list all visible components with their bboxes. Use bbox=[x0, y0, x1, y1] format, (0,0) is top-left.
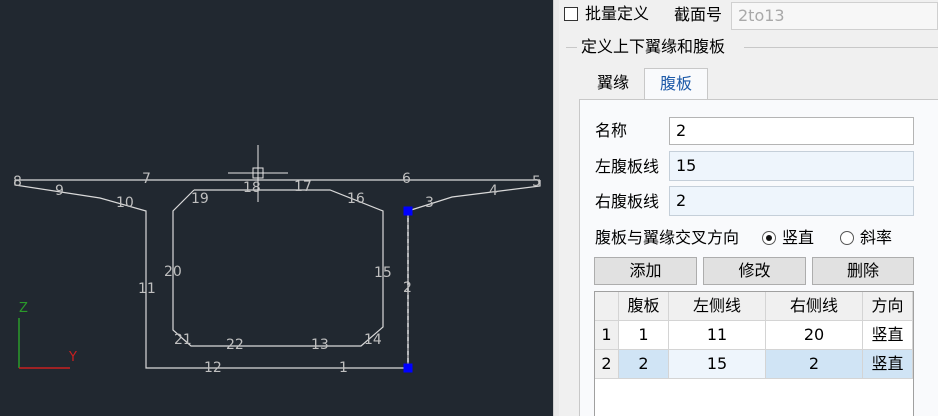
web-table[interactable]: 腹板 左侧线 右侧线 方向 1 1 11 20 竖直 2 2 15 2 竖直 bbox=[594, 291, 914, 416]
table-cell[interactable]: 11 bbox=[669, 321, 766, 350]
left-web-input[interactable]: 15 bbox=[669, 151, 914, 181]
name-label: 名称 bbox=[595, 121, 628, 140]
outer-box-line bbox=[14, 180, 541, 369]
axis-y-label: Y bbox=[68, 350, 77, 365]
segment-labels: 891071918 171663451120 15221 22 13 1412 1 bbox=[13, 171, 541, 376]
table-cell[interactable]: 15 bbox=[669, 350, 766, 379]
segment-label: 17 bbox=[294, 179, 312, 195]
delete-button[interactable]: 删除 bbox=[812, 257, 914, 285]
group-border bbox=[744, 47, 938, 48]
segment-label: 21 bbox=[174, 332, 192, 348]
segment-label: 13 bbox=[311, 337, 329, 353]
segment-label: 19 bbox=[191, 191, 209, 207]
segment-label: 4 bbox=[489, 183, 498, 199]
section-drawing[interactable]: 891071918 171663451120 15221 22 13 1412 1 Z Y bbox=[0, 0, 553, 416]
table-cell[interactable]: 20 bbox=[766, 321, 863, 350]
direction-slope-label[interactable]: 斜率 bbox=[860, 228, 892, 248]
direction-label: 腹板与翼缘交叉方向 bbox=[595, 228, 740, 247]
section-outline bbox=[14, 179, 541, 369]
direction-slope-radio[interactable] bbox=[840, 231, 854, 245]
row-header[interactable]: 1 bbox=[595, 321, 619, 350]
add-button[interactable]: 添加 bbox=[594, 257, 697, 285]
group-border bbox=[566, 47, 577, 48]
direction-vertical-label[interactable]: 竖直 bbox=[782, 228, 814, 248]
axis-z-label: Z bbox=[19, 301, 28, 316]
batch-define-checkbox[interactable] bbox=[564, 7, 578, 21]
table-corner bbox=[595, 292, 619, 321]
segment-label: 2 bbox=[403, 280, 412, 296]
section-no-label: 截面号 bbox=[674, 5, 723, 24]
tab-flange[interactable]: 翼缘 bbox=[583, 68, 643, 100]
right-web-label: 右腹板线 bbox=[595, 192, 660, 211]
tab-web[interactable]: 腹板 bbox=[644, 68, 708, 100]
segment-label: 11 bbox=[138, 281, 156, 297]
modify-button[interactable]: 修改 bbox=[703, 257, 806, 285]
segment-label: 12 bbox=[204, 360, 222, 376]
table-cell[interactable]: 竖直 bbox=[863, 321, 913, 350]
table-cell[interactable]: 2 bbox=[766, 350, 863, 379]
table-cell[interactable]: 竖直 bbox=[863, 350, 913, 379]
table-cell[interactable]: 2 bbox=[619, 350, 669, 379]
column-header[interactable]: 方向 bbox=[863, 292, 913, 321]
segment-label: 14 bbox=[364, 332, 382, 348]
segment-label: 6 bbox=[402, 171, 411, 187]
segment-label: 20 bbox=[164, 264, 182, 280]
group-title: 定义上下翼缘和腹板 bbox=[581, 37, 726, 56]
name-input[interactable]: 2 bbox=[669, 117, 914, 145]
column-header[interactable]: 右侧线 bbox=[766, 292, 863, 321]
direction-vertical-radio[interactable] bbox=[762, 231, 776, 245]
drawing-canvas[interactable]: 8 9 10 7 19 18 17 16 6 3 4 5 11 20 15 2 21 22 13 14 12 1 Z Y bbox=[0, 0, 553, 416]
segment-label: 22 bbox=[226, 337, 244, 353]
segment-label: 7 bbox=[142, 171, 151, 187]
column-header[interactable]: 腹板 bbox=[619, 292, 669, 321]
inner-cell-line bbox=[172, 189, 384, 347]
segment-label: 5 bbox=[532, 174, 541, 190]
section-no-input[interactable]: 2to13 bbox=[731, 2, 938, 30]
segment-label: 1 bbox=[339, 360, 348, 376]
segment-label: 15 bbox=[374, 265, 392, 281]
right-web-input[interactable]: 2 bbox=[669, 186, 914, 216]
segment-label: 16 bbox=[347, 191, 365, 207]
segment-label: 18 bbox=[243, 180, 261, 196]
column-header[interactable]: 左侧线 bbox=[669, 292, 766, 321]
segment-label: 10 bbox=[116, 195, 134, 211]
selection-grip[interactable] bbox=[403, 363, 413, 373]
ucs-axis-icon: Z Y bbox=[18, 301, 77, 369]
batch-define-label: 批量定义 bbox=[585, 4, 650, 23]
row-header[interactable]: 2 bbox=[595, 350, 619, 379]
table-cell[interactable]: 1 bbox=[619, 321, 669, 350]
segment-label: 3 bbox=[425, 195, 434, 211]
segment-label: 9 bbox=[55, 183, 64, 199]
left-web-label: 左腹板线 bbox=[595, 157, 660, 176]
segment-label: 8 bbox=[13, 174, 22, 190]
selection-grip[interactable] bbox=[403, 206, 413, 216]
